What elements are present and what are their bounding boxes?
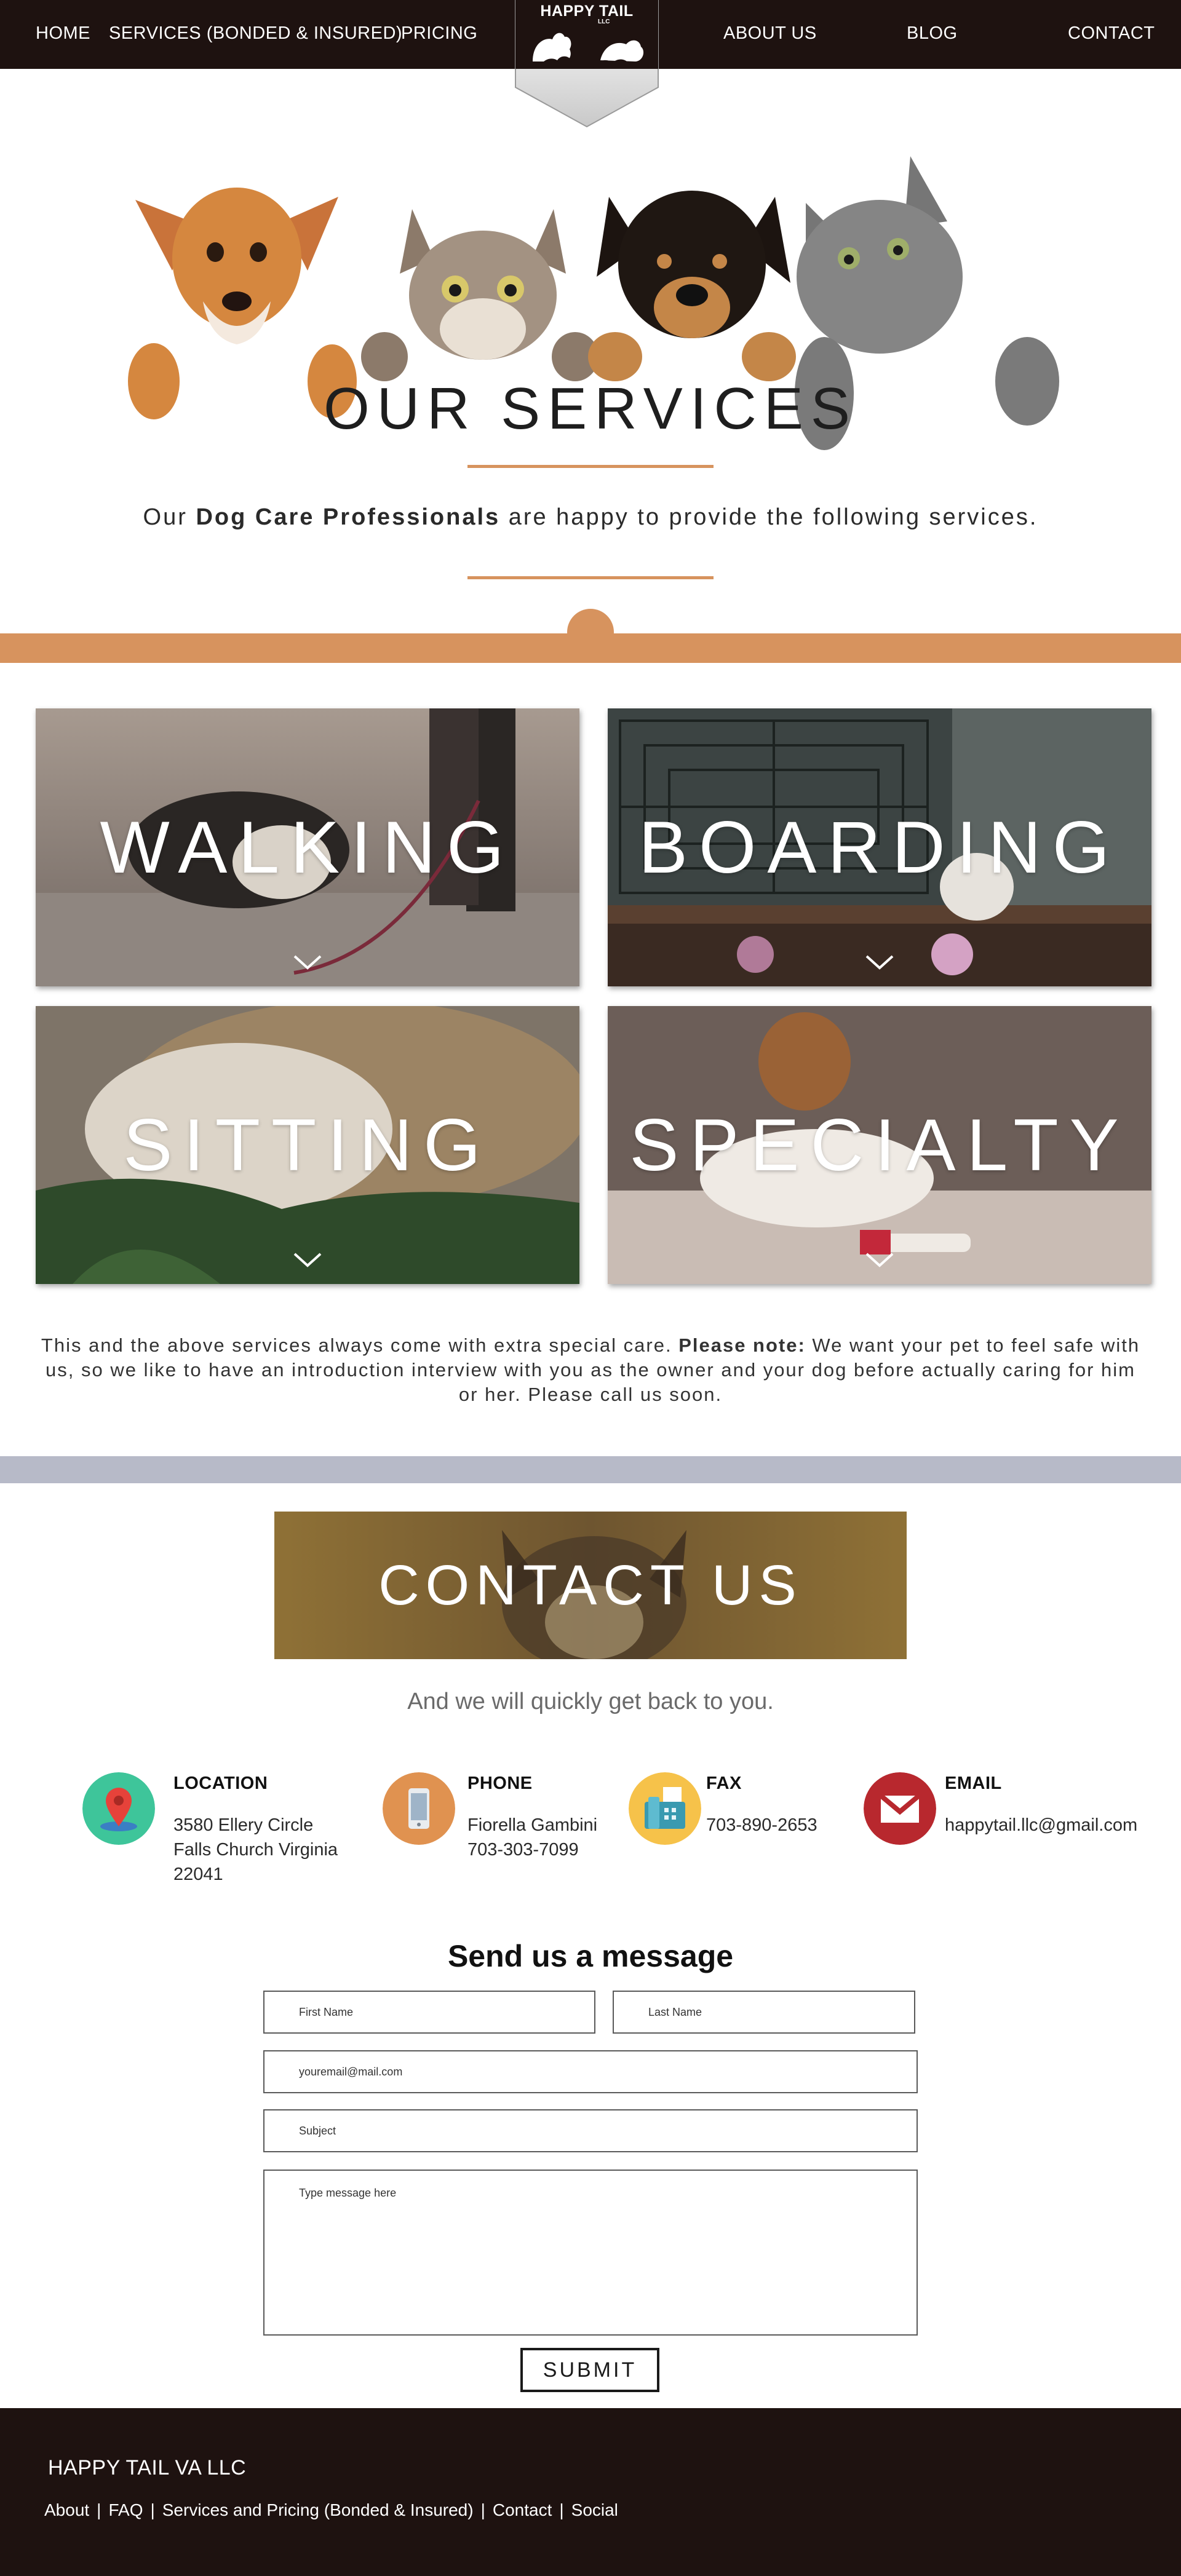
chevron-down-icon[interactable] bbox=[293, 954, 322, 970]
intro-divider bbox=[467, 576, 714, 579]
service-label-specialty: SPECIALTY bbox=[629, 1104, 1130, 1186]
nav-contact-link[interactable]: CONTACT bbox=[1068, 23, 1155, 44]
intro-suffix: are happy to provide the following servi… bbox=[500, 504, 1038, 530]
contact-title: CONTACT US bbox=[378, 1553, 803, 1617]
footer-faq-link[interactable]: FAQ bbox=[108, 2500, 143, 2519]
site-logo[interactable]: HAPPY TAIL LLC bbox=[514, 0, 659, 129]
first-name-input[interactable] bbox=[263, 1991, 595, 2034]
note-bold: Please note: bbox=[678, 1334, 806, 1356]
service-card-sitting[interactable]: SITTING bbox=[36, 1006, 579, 1284]
phone-line-1: Fiorella Gambini bbox=[467, 1815, 598, 1835]
email-envelope-icon bbox=[864, 1772, 936, 1845]
location-title: LOCATION bbox=[173, 1773, 268, 1793]
footer-about-link[interactable]: About bbox=[44, 2500, 89, 2519]
subject-input[interactable] bbox=[263, 2109, 918, 2152]
nav-about-link[interactable]: ABOUT US bbox=[723, 23, 817, 44]
footer-separator: | bbox=[480, 2500, 485, 2519]
footer-separator: | bbox=[559, 2500, 564, 2519]
location-line-2: Falls Church Virginia bbox=[173, 1840, 338, 1860]
service-label-sitting: SITTING bbox=[123, 1104, 492, 1186]
footer: HAPPY TAIL VA LLC About | FAQ | Services and… bbox=[0, 2408, 1181, 2576]
location-line-1: 3580 Ellery Circle bbox=[173, 1815, 314, 1835]
service-card-walking[interactable]: WALKING bbox=[36, 708, 579, 986]
logo-text: HAPPY TAIL bbox=[540, 2, 634, 20]
footer-contact-link[interactable]: Contact bbox=[493, 2500, 552, 2519]
fax-title: FAX bbox=[706, 1773, 742, 1793]
submit-button[interactable]: SUBMIT bbox=[520, 2348, 659, 2392]
service-card-boarding[interactable]: BOARDING bbox=[608, 708, 1151, 986]
chevron-down-icon[interactable] bbox=[293, 1252, 322, 1268]
chevron-down-icon[interactable] bbox=[865, 954, 894, 970]
service-card-specialty[interactable]: SPECIALTY bbox=[608, 1006, 1151, 1284]
contact-subtitle: And we will quickly get back to you. bbox=[407, 1689, 774, 1714]
service-label-walking: WALKING bbox=[100, 806, 515, 889]
title-underline-divider bbox=[467, 465, 714, 468]
email-input[interactable] bbox=[263, 2050, 918, 2093]
logo-subtext: LLC bbox=[598, 18, 610, 25]
fax-machine-icon bbox=[629, 1772, 701, 1845]
dog-illustration-2 bbox=[588, 191, 796, 381]
note-prefix: This and the above services always come … bbox=[41, 1334, 679, 1356]
email-title: EMAIL bbox=[945, 1773, 1002, 1793]
service-label-boarding: BOARDING bbox=[638, 806, 1121, 889]
services-intro-text: Our Dog Care Professionals are happy to … bbox=[0, 504, 1181, 531]
nav-pricing-link[interactable]: PRICING bbox=[401, 23, 477, 44]
page-title: OUR SERVICES bbox=[324, 376, 857, 442]
footer-separator: | bbox=[150, 2500, 155, 2519]
phone-icon bbox=[383, 1772, 455, 1845]
service-note: This and the above services always come … bbox=[34, 1333, 1147, 1407]
message-textarea[interactable] bbox=[263, 2170, 918, 2336]
email-address-link[interactable]: happytail.llc@gmail.com bbox=[945, 1815, 1137, 1836]
footer-separator: | bbox=[97, 2500, 101, 2519]
phone-title: PHONE bbox=[467, 1773, 533, 1793]
orange-section-band bbox=[0, 633, 1181, 663]
location-pin-icon bbox=[82, 1772, 155, 1845]
chevron-down-icon[interactable] bbox=[865, 1252, 894, 1268]
nav-blog-link[interactable]: BLOG bbox=[907, 23, 958, 44]
footer-links: About | FAQ | Services and Pricing (Bonded &… bbox=[44, 2500, 618, 2520]
footer-title: HAPPY TAIL VA LLC bbox=[48, 2456, 247, 2479]
cat-illustration-1 bbox=[361, 209, 598, 381]
location-line-3: 22041 bbox=[173, 1865, 223, 1884]
footer-services-link[interactable]: Services and Pricing (Bonded & Insured) bbox=[162, 2500, 474, 2519]
grey-section-band bbox=[0, 1456, 1181, 1483]
nav-services-link[interactable]: SERVICES (BONDED & INSURED) bbox=[109, 23, 402, 44]
intro-bold: Dog Care Professionals bbox=[196, 504, 501, 530]
phone-line-2[interactable]: 703-303-7099 bbox=[467, 1840, 579, 1860]
last-name-input[interactable] bbox=[613, 1991, 915, 2034]
contact-banner: CONTACT US bbox=[274, 1512, 907, 1659]
form-title: Send us a message bbox=[447, 1939, 734, 1973]
fax-line-1: 703-890-2653 bbox=[706, 1815, 817, 1835]
nav-home-link[interactable]: HOME bbox=[36, 23, 90, 44]
intro-prefix: Our bbox=[143, 504, 196, 530]
footer-social-link[interactable]: Social bbox=[571, 2500, 618, 2519]
